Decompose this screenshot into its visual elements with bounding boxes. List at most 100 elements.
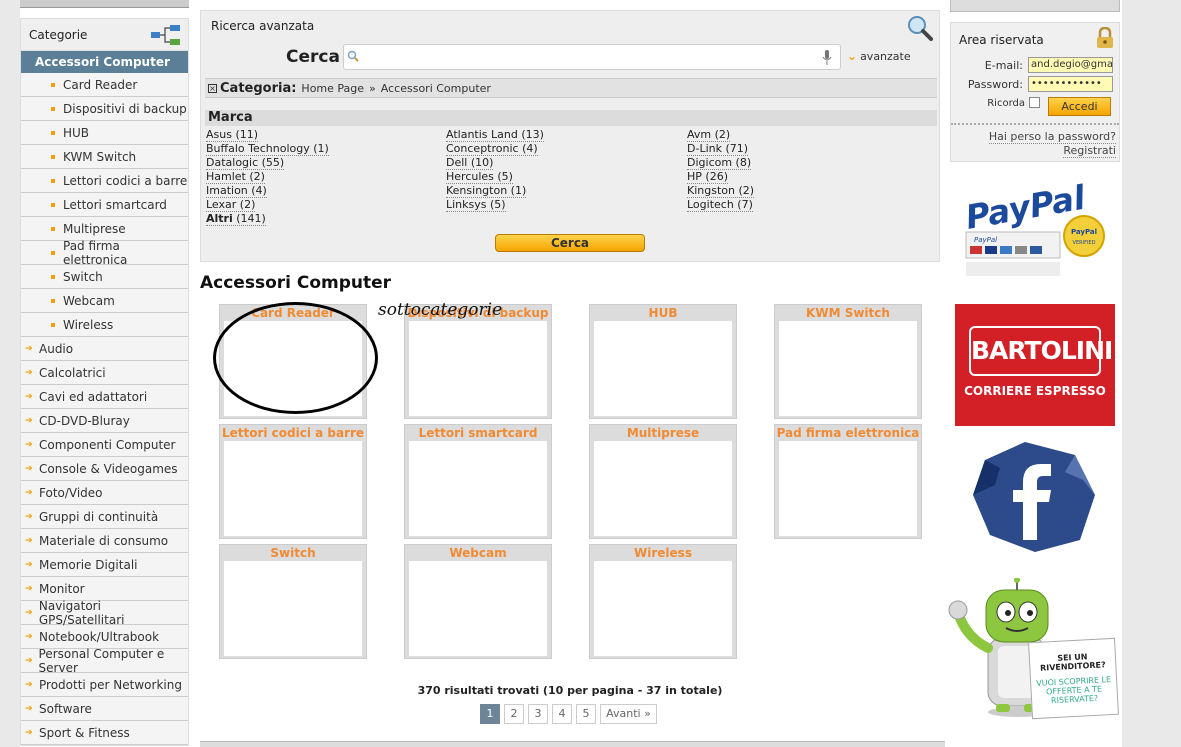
subcategory-tile-image — [594, 321, 732, 416]
login-button[interactable]: Accedi — [1048, 97, 1111, 116]
paypal-banner[interactable]: PayPal PayPal PayPal VERIFIED — [960, 172, 1110, 287]
sidebar-category[interactable]: ➔ Console & Videogames — [21, 457, 188, 481]
subcategory-tile[interactable]: Wireless — [589, 544, 737, 659]
brand-link[interactable]: Lexar (2) — [206, 198, 256, 212]
sidebar-subitem[interactable]: KWM Switch — [21, 145, 188, 169]
page-button[interactable]: 1 — [480, 704, 500, 724]
brand-link[interactable]: Dell (10) — [446, 156, 494, 170]
brand-link[interactable]: Atlantis Land (13) — [446, 128, 544, 142]
sidebar-subitem[interactable]: Wireless — [21, 313, 188, 337]
advanced-toggle-label: avanzate — [860, 49, 911, 63]
breadcrumb-home[interactable]: Home Page — [301, 82, 364, 95]
brand-link[interactable]: D-Link (71) — [687, 142, 749, 156]
sidebar-subitem[interactable]: Switch — [21, 265, 188, 289]
subcategory-tile[interactable]: HUB — [589, 304, 737, 419]
register-link[interactable]: Registrati — [1063, 144, 1116, 158]
brand-link[interactable]: Asus (11) — [206, 128, 259, 142]
paypal-sub-text: PayPal — [974, 236, 997, 244]
sidebar-category-label: Componenti Computer — [39, 437, 176, 452]
brand-link[interactable]: Buffalo Technology (1) — [206, 142, 329, 156]
brand-link[interactable]: Hercules (5) — [446, 170, 513, 184]
sidebar-subitem[interactable]: Multiprese — [21, 217, 188, 241]
close-icon[interactable]: × — [208, 83, 217, 93]
brand-link[interactable]: Kensington (1) — [446, 184, 527, 198]
top-tab-left — [20, 0, 189, 8]
search-input[interactable] — [362, 47, 812, 67]
sidebar-subitem[interactable]: Pad firma elettronica — [21, 239, 188, 267]
sidebar-category[interactable]: ➔ Gruppi di continuità — [21, 505, 188, 529]
bullet-icon — [51, 322, 55, 327]
bartolini-tagline: CORRIERE ESPRESSO — [964, 384, 1106, 398]
password-field[interactable]: •••••••••••• — [1028, 76, 1113, 92]
advanced-toggle[interactable]: ⌄ avanzate — [847, 49, 911, 63]
sidebar-category[interactable]: ➔ Audio — [21, 337, 188, 361]
sidebar-category[interactable]: ➔ Componenti Computer — [21, 433, 188, 457]
bullet-icon — [51, 178, 55, 183]
brand-link-altri[interactable]: Altri (141) — [206, 212, 266, 226]
sidebar-category[interactable]: ➔ Cavi ed adattatori — [21, 385, 188, 409]
brand-link[interactable]: Logitech (7) — [687, 198, 753, 212]
lock-icon — [1097, 27, 1113, 48]
facebook-icon[interactable] — [965, 440, 1100, 555]
sidebar-category[interactable]: ➔ Memorie Digitali — [21, 553, 188, 577]
sidebar-subitem[interactable]: Dispositivi di backup — [21, 97, 188, 121]
bartolini-banner[interactable]: BARTOLINI CORRIERE ESPRESSO — [955, 304, 1115, 426]
sidebar-category[interactable]: ➔ Materiale di consumo — [21, 529, 188, 553]
page-button[interactable]: 4 — [552, 704, 572, 724]
sidebar-category[interactable]: ➔ Prodotti per Networking — [21, 673, 188, 697]
bullet-icon — [51, 82, 55, 87]
subcategory-tile[interactable]: KWM Switch — [774, 304, 922, 419]
subcategory-tile[interactable]: Switch — [219, 544, 367, 659]
sidebar-current-category[interactable]: Accessori Computer — [21, 51, 188, 73]
sidebar-subitem[interactable]: Webcam — [21, 289, 188, 313]
sidebar-category[interactable]: ➔ Software — [21, 697, 188, 721]
subcategory-tile[interactable]: Dispositivi di backup — [404, 304, 552, 419]
brand-link[interactable]: Avm (2) — [687, 128, 731, 142]
sidebar-category[interactable]: ➔ Calcolatrici — [21, 361, 188, 385]
sidebar-category[interactable]: ➔ Foto/Video — [21, 481, 188, 505]
microphone-icon[interactable] — [822, 50, 832, 66]
forgot-password-link[interactable]: Hai perso la password? — [988, 130, 1116, 144]
subcategory-tile[interactable]: Webcam — [404, 544, 552, 659]
brand-link[interactable]: Digicom (8) — [687, 156, 752, 170]
brand-link[interactable]: Kingston (2) — [687, 184, 755, 198]
sidebar-subitem[interactable]: Lettori smartcard — [21, 193, 188, 217]
subcategory-tile[interactable]: Pad firma elettronica — [774, 424, 922, 539]
page-button[interactable]: 3 — [528, 704, 548, 724]
top-tab-right — [950, 0, 1120, 12]
sidebar-subitem[interactable]: Card Reader — [21, 73, 188, 97]
subcategory-tile[interactable]: Lettori smartcard — [404, 424, 552, 539]
page-button[interactable]: 5 — [576, 704, 596, 724]
sidebar-category[interactable]: ➔ Sport & Fitness — [21, 721, 188, 745]
sidebar-subitem[interactable]: HUB — [21, 121, 188, 145]
page-button[interactable]: 2 — [504, 704, 524, 724]
remember-checkbox[interactable] — [1029, 97, 1040, 108]
sidebar-category[interactable]: ➔ Notebook/Ultrabook — [21, 625, 188, 649]
sidebar-category[interactable]: ➔ Navigatori GPS/Satellitari — [21, 599, 188, 627]
sidebar-category-list: ➔ Audio ➔ Calcolatrici ➔ Cavi ed adattatori ➔ C… — [21, 337, 188, 745]
brand-link[interactable]: Datalogic (55) — [206, 156, 285, 170]
brand-link[interactable]: Linksys (5) — [446, 198, 506, 212]
sidebar-category[interactable]: ➔ Personal Computer e Server — [21, 647, 188, 675]
magnifier-icon — [908, 16, 933, 41]
annotation-text: sottocategorie — [378, 300, 503, 320]
brand-link[interactable]: Imation (4) — [206, 184, 267, 198]
subcategory-tile-label: Multiprese — [626, 426, 700, 440]
brand-link[interactable]: Hamlet (2) — [206, 170, 265, 184]
email-field[interactable]: and.degio@gmail — [1028, 57, 1113, 73]
brand-link[interactable]: Conceptronic (4) — [446, 142, 538, 156]
breadcrumb-current[interactable]: Accessori Computer — [381, 82, 491, 95]
page-title: Accessori Computer — [200, 273, 392, 293]
subcategory-tile-label: KWM Switch — [806, 306, 890, 320]
reseller-sign[interactable]: SEI UN RIVENDITORE? VUOI SCOPRIRE LE OFF… — [1028, 637, 1119, 720]
next-page-button[interactable]: Avanti » — [600, 704, 657, 724]
sidebar-category-label: Foto/Video — [39, 485, 103, 500]
search-submit-button[interactable]: Cerca — [495, 234, 645, 252]
subcategory-tile[interactable]: Multiprese — [589, 424, 737, 539]
arrow-right-icon: ➔ — [25, 343, 33, 354]
sidebar-category[interactable]: ➔ Monitor — [21, 577, 188, 601]
sidebar-category[interactable]: ➔ CD-DVD-Bluray — [21, 409, 188, 433]
sidebar-subitem[interactable]: Lettori codici a barre — [21, 169, 188, 193]
subcategory-tile[interactable]: Lettori codici a barre — [219, 424, 367, 539]
brand-link[interactable]: HP (26) — [687, 170, 728, 184]
